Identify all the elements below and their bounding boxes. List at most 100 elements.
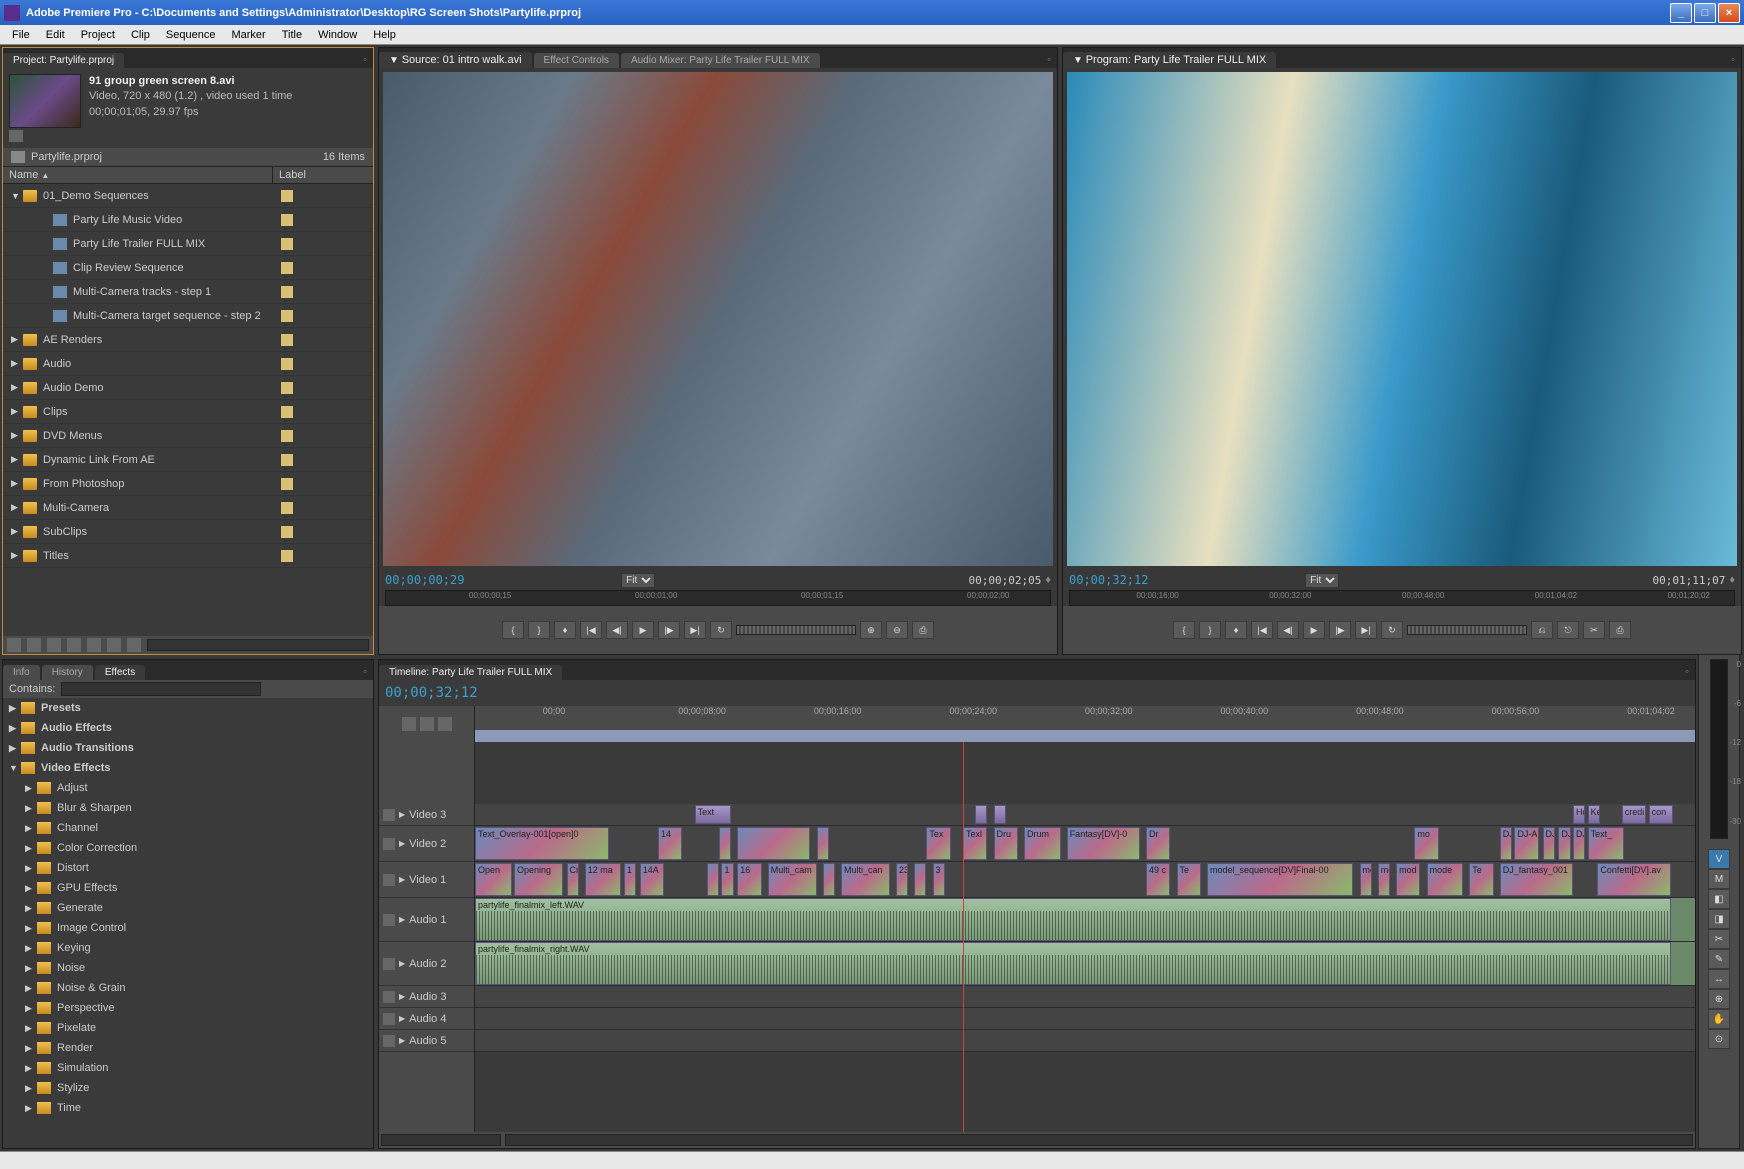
clip[interactable]: DJ	[1573, 827, 1585, 860]
project-row[interactable]: ▶SubClips	[3, 520, 373, 544]
clip[interactable]	[719, 827, 731, 860]
insert-button[interactable]: ⊕	[860, 621, 882, 639]
clip[interactable]: DJ	[1558, 827, 1570, 860]
clip[interactable]: Drum	[1024, 827, 1061, 860]
project-row[interactable]: ▶DVD Menus	[3, 424, 373, 448]
set-out-button[interactable]: }	[1199, 621, 1221, 639]
effects-row[interactable]: ▶Noise & Grain	[3, 978, 373, 998]
clip[interactable]: Confetti[DV].av	[1597, 863, 1670, 896]
clip[interactable]: model_sequence[DV]Final-00	[1207, 863, 1353, 896]
clip[interactable]: mode	[1427, 863, 1464, 896]
trim-button[interactable]: ✂	[1583, 621, 1605, 639]
tab-timeline[interactable]: Timeline: Party Life Trailer FULL MIX	[379, 665, 562, 680]
program-video-display[interactable]	[1067, 72, 1737, 566]
clip[interactable]: 16	[737, 863, 761, 896]
menu-edit[interactable]: Edit	[38, 27, 73, 43]
effects-row[interactable]: ▶Generate	[3, 898, 373, 918]
track-header[interactable]: ▶Video 2	[379, 826, 474, 862]
effects-row[interactable]: ▶Presets	[3, 698, 373, 718]
trash-icon[interactable]	[127, 638, 141, 652]
clip[interactable]: Multi_cam	[768, 863, 817, 896]
timeline-ruler[interactable]: 00;0000;00;08;0000;00;16;0000;00;24;0000…	[475, 706, 1695, 742]
step-fwd-button[interactable]: |▶	[658, 621, 680, 639]
play-button[interactable]: ▶	[632, 621, 654, 639]
play-button[interactable]: ▶	[1303, 621, 1325, 639]
clip[interactable]: Fantasy[DV]-0	[1067, 827, 1140, 860]
program-timecode[interactable]: 00;00;32;12	[1069, 573, 1148, 587]
goto-out-button[interactable]: ▶|	[684, 621, 706, 639]
track[interactable]: partylife_finalmix_right.WAV	[475, 942, 1695, 986]
find-icon[interactable]	[67, 638, 81, 652]
project-tree[interactable]: ▼01_Demo SequencesParty Life Music Video…	[3, 184, 373, 636]
marker-icon[interactable]: ♦	[1045, 574, 1051, 586]
clip[interactable]	[817, 827, 829, 860]
timeline-timecode[interactable]: 00;00;32;12	[385, 685, 478, 701]
effects-row[interactable]: ▶Pixelate	[3, 1018, 373, 1038]
minimize-button[interactable]: _	[1670, 3, 1692, 23]
tab-history[interactable]: History	[42, 665, 93, 680]
marker-icon[interactable]: ♦	[1729, 574, 1735, 586]
track-header[interactable]: ▶Audio 3	[379, 986, 474, 1008]
effects-row[interactable]: ▶Image Control	[3, 918, 373, 938]
program-time-ruler[interactable]: 00;00;16;0000;00;32;0000;00;48;0000;01;0…	[1069, 590, 1735, 606]
clip[interactable]: mo	[1414, 827, 1438, 860]
effects-row[interactable]: ▶Noise	[3, 958, 373, 978]
clip[interactable]: Dr	[1146, 827, 1170, 860]
source-timecode[interactable]: 00;00;00;29	[385, 573, 464, 587]
clip[interactable]: Text_Overlay-001[open]0	[475, 827, 609, 860]
clip[interactable]: DJ	[1543, 827, 1555, 860]
export-frame-button[interactable]: ⎙	[912, 621, 934, 639]
tab-project[interactable]: Project: Partylife.prproj	[3, 53, 124, 68]
clip[interactable]: 1	[721, 863, 733, 896]
new-item-icon[interactable]	[107, 638, 121, 652]
maximize-button[interactable]: □	[1694, 3, 1716, 23]
clip[interactable]: con	[1649, 805, 1673, 824]
clip[interactable]: DJ	[1500, 827, 1512, 860]
project-row[interactable]: ▶AE Renders	[3, 328, 373, 352]
project-row[interactable]: ▶From Photoshop	[3, 472, 373, 496]
menu-title[interactable]: Title	[274, 27, 310, 43]
set-in-button[interactable]: {	[502, 621, 524, 639]
track[interactable]: Text_Overlay-001[open]014TexTexlDruDrumF…	[475, 826, 1695, 862]
track[interactable]	[475, 1030, 1695, 1052]
play-thumb-icon[interactable]	[9, 130, 23, 142]
effects-row[interactable]: ▶Perspective	[3, 998, 373, 1018]
tool-button[interactable]: ✂	[1708, 929, 1730, 949]
marker-button[interactable]: ♦	[1225, 621, 1247, 639]
panel-menu-icon[interactable]: ◦	[1679, 664, 1695, 680]
effects-row[interactable]: ▶Color Correction	[3, 838, 373, 858]
menu-file[interactable]: File	[4, 27, 38, 43]
clip[interactable]	[975, 805, 987, 824]
project-row[interactable]: ▶Clips	[3, 400, 373, 424]
panel-menu-icon[interactable]: ◦	[357, 664, 373, 680]
menu-window[interactable]: Window	[310, 27, 365, 43]
clip[interactable]: Ho	[1573, 805, 1585, 824]
effects-search-input[interactable]	[61, 682, 261, 696]
clip[interactable]: 14A	[640, 863, 664, 896]
clip[interactable]: 1	[624, 863, 636, 896]
project-row[interactable]: ▼01_Demo Sequences	[3, 184, 373, 208]
effects-row[interactable]: ▶Audio Effects	[3, 718, 373, 738]
clip[interactable]: Open	[475, 863, 512, 896]
jog-wheel[interactable]	[1407, 625, 1527, 635]
horizontal-scrollbar[interactable]	[147, 639, 369, 651]
clip[interactable]: Texl	[963, 827, 987, 860]
effects-row[interactable]: ▶Render	[3, 1038, 373, 1058]
effects-row[interactable]: ▶Distort	[3, 858, 373, 878]
close-button[interactable]: ×	[1718, 3, 1740, 23]
goto-in-button[interactable]: |◀	[1251, 621, 1273, 639]
clip[interactable]	[737, 827, 810, 860]
clip[interactable]: Ke	[1588, 805, 1600, 824]
clip[interactable]	[994, 805, 1006, 824]
goto-in-button[interactable]: |◀	[580, 621, 602, 639]
clip[interactable]: credi	[1622, 805, 1646, 824]
clip[interactable]: mo	[1360, 863, 1372, 896]
marker-button[interactable]: ♦	[554, 621, 576, 639]
export-frame-button[interactable]: ⎙	[1609, 621, 1631, 639]
effects-row[interactable]: ▶Channel	[3, 818, 373, 838]
menu-help[interactable]: Help	[365, 27, 404, 43]
tab-audio-mixer[interactable]: Audio Mixer: Party Life Trailer FULL MIX	[621, 53, 820, 68]
tool-button[interactable]: ◧	[1708, 889, 1730, 909]
clip[interactable]: mod	[1396, 863, 1420, 896]
effects-row[interactable]: ▶Blur & Sharpen	[3, 798, 373, 818]
